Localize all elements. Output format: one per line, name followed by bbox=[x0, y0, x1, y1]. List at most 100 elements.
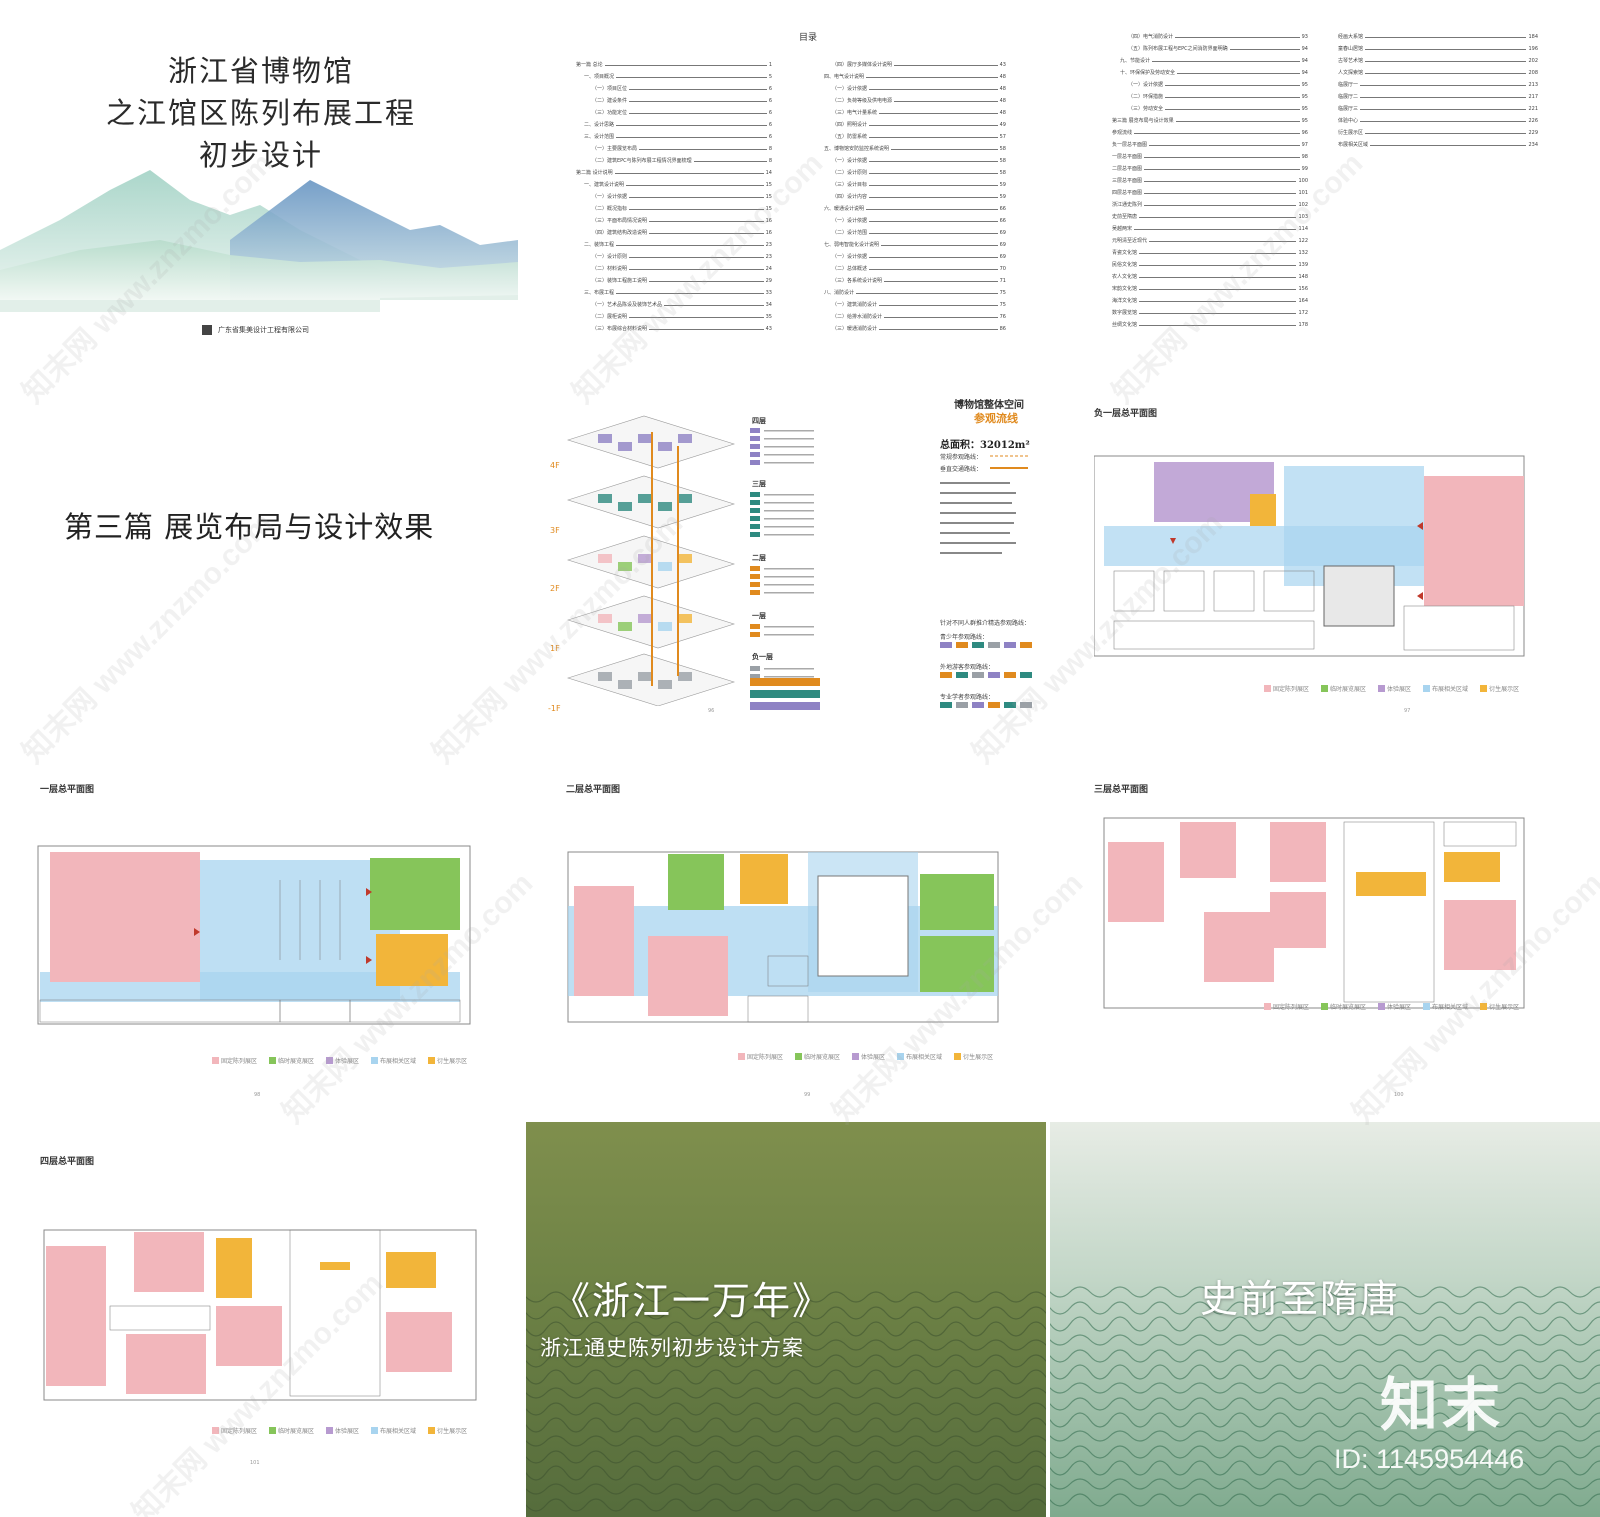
toc-entry: （三）设计目标 59 bbox=[816, 176, 1006, 188]
toc-entry-title: （一）设计依据 bbox=[592, 194, 628, 200]
toc-leader bbox=[1144, 169, 1300, 170]
toc-entry-title: 临展厅二 bbox=[1338, 94, 1359, 100]
toc-leader bbox=[894, 101, 998, 102]
legend-label: 布展相关区域 bbox=[1432, 1004, 1469, 1011]
toc-entry-page: 23 bbox=[765, 242, 772, 248]
toc-entry: （一）设计依据 66 bbox=[816, 212, 1006, 224]
toc-entry: 临展厅三 221 bbox=[1338, 100, 1538, 112]
legend-label: 临时展览展区 bbox=[1330, 686, 1367, 693]
toc-entry-title: （四）展厅多媒体设计说明 bbox=[832, 62, 893, 68]
toc-entry: 临展厅二 217 bbox=[1338, 88, 1538, 100]
page-number: 100 bbox=[1394, 1092, 1404, 1098]
toc-entry-page: 75 bbox=[999, 302, 1006, 308]
route-chip bbox=[940, 672, 952, 678]
floor-swatch bbox=[750, 632, 760, 637]
floor-swatch bbox=[750, 516, 760, 521]
toc-entry-title: 浙江通史陈列 bbox=[1112, 202, 1143, 208]
toc-entry-page: 1 bbox=[768, 62, 772, 68]
toc-entry: （三）暖通消防设计 86 bbox=[816, 320, 1006, 332]
toc-entry-page: 35 bbox=[765, 314, 772, 320]
toc-entry-title: 一层总平面图 bbox=[1112, 154, 1143, 160]
toc-entry-page: 34 bbox=[765, 302, 772, 308]
legend-swatch bbox=[269, 1057, 277, 1064]
legend-label: 体验展区 bbox=[335, 1058, 360, 1065]
hall-block bbox=[618, 442, 632, 451]
cover-company-logo: 广东省集美设计工程有限公司 bbox=[202, 325, 309, 335]
plan-1f-legend: 固定陈列展区 临时展览展区 体验展区 布展相关区域 衍生展示区 bbox=[212, 1056, 467, 1065]
toc-entry: 人文探索馆 208 bbox=[1338, 64, 1538, 76]
hall-block bbox=[598, 614, 612, 623]
toc-entry-page: 95 bbox=[1301, 82, 1308, 88]
toc-entry: 经画大系馆 184 bbox=[1338, 28, 1538, 40]
toc-entry-title: 九、节能设计 bbox=[1120, 58, 1151, 64]
toc-leader bbox=[629, 113, 767, 114]
toc-entry-page: 43 bbox=[765, 326, 772, 332]
toc-entry-title: （二）设计范围 bbox=[832, 230, 868, 236]
toc-entry: （一）设计依据 48 bbox=[816, 80, 1006, 92]
legend-vertical-route: 垂直交通路线： bbox=[940, 466, 983, 473]
toc-entry: 三、设计范围 6 bbox=[576, 128, 772, 140]
toc-leader bbox=[626, 185, 764, 186]
toc-entry-title: 民俗文化馆 bbox=[1112, 262, 1138, 268]
toc-entry: （二）总体概述 70 bbox=[816, 260, 1006, 272]
hall-block bbox=[678, 614, 692, 623]
plan-4f-drawing bbox=[43, 1229, 477, 1401]
wave-line bbox=[1050, 1349, 1600, 1363]
wave-line bbox=[526, 1465, 1046, 1481]
toc-entry-title: （二）材料说明 bbox=[592, 266, 628, 272]
toc-entry-page: 202 bbox=[1528, 58, 1538, 64]
toc-entry-page: 96 bbox=[1301, 130, 1308, 136]
toc-entry-title: （三）功能定位 bbox=[592, 110, 628, 116]
toc-entry-page: 48 bbox=[999, 98, 1006, 104]
toc-leader bbox=[616, 137, 767, 138]
plan-3f-page: 三层总平面图 固定陈列展区 临时展览展区 体验展区 布展相关区域 衍生展示区 100 bbox=[1094, 760, 1600, 1108]
toc-leader bbox=[629, 257, 764, 258]
toc-entry-page: 5 bbox=[768, 74, 772, 80]
toc-entry-title: （一）设计依据 bbox=[1128, 82, 1164, 88]
toc-entry: 四层总平面图 101 bbox=[1112, 184, 1308, 196]
toc-entry-page: 95 bbox=[1301, 118, 1308, 124]
toc-entry-page: 217 bbox=[1528, 94, 1538, 100]
wave-line bbox=[1050, 1478, 1600, 1490]
toc-entry-title: 人文探索馆 bbox=[1338, 70, 1364, 76]
toc-entry: （一）建筑消防设计 75 bbox=[816, 296, 1006, 308]
toc-entry-title: 参观流线 bbox=[1112, 130, 1133, 136]
legend-swatch bbox=[1480, 685, 1488, 692]
legend-swatch bbox=[371, 1427, 379, 1434]
toc-leader bbox=[1139, 289, 1297, 290]
toc-entry: 史前至隋唐 103 bbox=[1112, 208, 1308, 220]
toc-entry-title: 史前至隋唐 bbox=[1112, 214, 1138, 220]
hall-block bbox=[658, 442, 672, 451]
toc-entry: （一）设计依据 15 bbox=[576, 188, 772, 200]
wave-line bbox=[1050, 1412, 1600, 1428]
toc-leader bbox=[1370, 145, 1527, 146]
floor-swatch bbox=[750, 460, 760, 465]
toc-leader bbox=[693, 161, 767, 162]
floor-swatch-bar bbox=[750, 702, 820, 710]
floor-swatch-text-line bbox=[764, 576, 814, 578]
banner-zhejiang-page: 《浙江一万年》 浙江通史陈列初步设计方案 bbox=[526, 1122, 1046, 1517]
wave-line bbox=[526, 1450, 1046, 1464]
toc-leader bbox=[1139, 253, 1297, 254]
legend-item: 体验展区 bbox=[1378, 1002, 1411, 1011]
floor-swatch bbox=[750, 574, 760, 579]
toc-entry: 一、项目概况 5 bbox=[576, 68, 772, 80]
toc-entry-page: 122 bbox=[1298, 238, 1308, 244]
toc-entry-page: 213 bbox=[1528, 82, 1538, 88]
plan-2f-title: 二层总平面图 bbox=[566, 785, 621, 795]
toc-leader bbox=[616, 293, 764, 294]
toc-entry-title: 临展厅三 bbox=[1338, 106, 1359, 112]
toc-leader bbox=[616, 245, 764, 246]
floor-swatch-text-line bbox=[764, 518, 814, 520]
toc-entry: 三层总平面图 100 bbox=[1112, 172, 1308, 184]
hall-block bbox=[598, 434, 612, 443]
flow-subtitle: 参观流线 bbox=[974, 412, 1018, 425]
floor-swatch-text-line bbox=[764, 634, 814, 636]
route-chip bbox=[956, 642, 968, 648]
toc-column-1: 第一篇 总论 1 一、项目概况 5 （一）项目区位 6 （二）建设条件 6 （三）功能定位 6 二、… bbox=[576, 56, 772, 332]
toc-entry-title: 十、环保保护及劳动安全 bbox=[1120, 70, 1176, 76]
toc-entry-page: 226 bbox=[1528, 118, 1538, 124]
toc-entry: 元明清至近现代 122 bbox=[1112, 232, 1308, 244]
wave-line bbox=[526, 1369, 1046, 1385]
toc-leader bbox=[1139, 217, 1297, 218]
